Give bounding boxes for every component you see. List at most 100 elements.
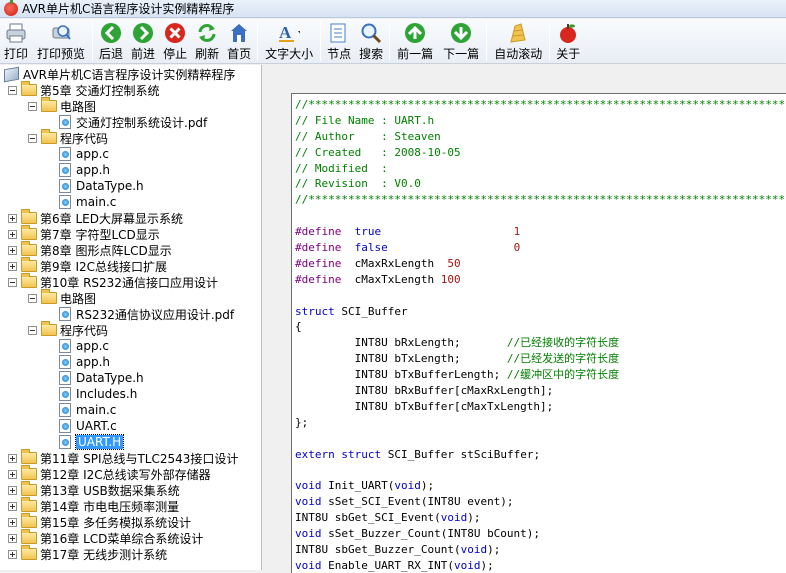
code-line: // Created : 2008-10-05 <box>295 145 786 161</box>
folder-icon <box>41 321 57 336</box>
tree-file-item[interactable]: main.c <box>59 194 116 210</box>
tree-folder-item[interactable]: 第16章 LCD菜单综合系统设计 <box>8 529 204 546</box>
file-icon <box>59 163 71 177</box>
collapse-icon[interactable] <box>28 133 37 143</box>
tree-item-label: 第9章 I2C总线接口扩展 <box>40 259 168 274</box>
code-token: void <box>394 479 421 493</box>
autoscroll-button[interactable]: 自动滚动 <box>489 19 547 63</box>
toolbar-label: 首页 <box>227 47 252 61</box>
tree-file-item[interactable]: DataType.h <box>59 178 144 194</box>
stop-button[interactable]: 停止 <box>159 19 191 63</box>
tree-folder-item[interactable]: 第7章 字符型LCD显示 <box>8 225 160 242</box>
tree-file-item[interactable]: RS232通信协议应用设计.pdf <box>59 306 234 322</box>
tree-file-item[interactable]: DataType.h <box>59 370 144 386</box>
code-token: INT8U bRxBuffer[cMaxRxLength]; <box>295 384 554 398</box>
tree-folder-item[interactable]: 第5章 交通灯控制系统 <box>8 81 159 98</box>
tree-folder-item[interactable]: 程序代码 <box>28 129 108 146</box>
preview-button[interactable]: 打印预览 <box>32 19 90 63</box>
code-token: void <box>440 511 468 525</box>
expand-icon[interactable] <box>8 469 17 479</box>
prev-button[interactable]: 前一篇 <box>392 19 438 63</box>
code-token: ); <box>420 479 435 493</box>
expand-icon[interactable] <box>8 453 17 463</box>
collapse-icon[interactable] <box>28 101 37 111</box>
tree-folder-item[interactable]: 第6章 LED大屏幕显示系统 <box>8 209 183 226</box>
collapse-icon[interactable] <box>8 85 17 95</box>
about-button[interactable]: 关于 <box>552 19 584 63</box>
search-button[interactable]: 搜索 <box>355 19 387 63</box>
collapse-icon[interactable] <box>28 325 37 335</box>
file-icon <box>59 435 71 449</box>
code-token: INT8U bTxBufferLength; <box>295 368 507 382</box>
tree-file-item[interactable]: UART.H <box>59 434 125 450</box>
tree-item-label: 第16章 LCD菜单综合系统设计 <box>40 531 204 546</box>
print-button[interactable]: 打印 <box>0 19 32 63</box>
toolbar-label: 打印 <box>4 47 29 61</box>
code-viewer[interactable]: //**************************************… <box>291 93 786 573</box>
tree-item-label: DataType.h <box>76 371 144 385</box>
tree-folder-item[interactable]: 第17章 无线步测计系统 <box>8 545 167 562</box>
tree-file-item[interactable]: app.c <box>59 146 109 162</box>
code-token: SCI_Buffer <box>334 304 408 318</box>
tree-item-label: UART.H <box>74 434 125 450</box>
window-title: AVR单片机C语言程序设计实例精粹程序 <box>22 2 235 16</box>
refresh-button[interactable]: 刷新 <box>191 19 223 63</box>
tree-folder-item[interactable]: 电路图 <box>28 97 96 114</box>
tree-folder-item[interactable]: 第9章 I2C总线接口扩展 <box>8 257 168 274</box>
expand-icon[interactable] <box>8 245 17 255</box>
tree-file-item[interactable]: 交通灯控制系统设计.pdf <box>59 114 207 130</box>
home-button[interactable]: 首页 <box>223 19 255 63</box>
expand-icon[interactable] <box>8 485 17 495</box>
chapter-tree[interactable]: AVR单片机C语言程序设计实例精粹程序 第5章 交通灯控制系统 电路图 交通灯控制系统… <box>0 65 262 570</box>
next-button[interactable]: 下一篇 <box>438 19 484 63</box>
tree-folder-item[interactable]: 第15章 多任务模拟系统设计 <box>8 513 192 530</box>
tree-folder-item[interactable]: 第11章 SPI总线与TLC2543接口设计 <box>8 449 238 466</box>
tree-file-item[interactable]: app.h <box>59 354 110 370</box>
tree-file-item[interactable]: Includes.h <box>59 386 137 402</box>
expand-icon[interactable] <box>8 549 17 559</box>
refresh-icon <box>196 22 218 44</box>
section-button[interactable]: 节点 <box>323 19 355 63</box>
expand-icon[interactable] <box>8 229 17 239</box>
toolbar-separator <box>92 21 94 61</box>
code-token: true <box>354 225 382 239</box>
tree-file-item[interactable]: UART.c <box>59 418 117 434</box>
tree-item-label: 第12章 I2C总线读写外部存储器 <box>40 467 211 482</box>
tree-item-label: UART.c <box>76 419 117 433</box>
code-token: //已经发送的字符长度 <box>506 352 620 366</box>
home-icon <box>228 22 250 44</box>
fontsize-button[interactable]: A 文字大小 <box>260 19 318 63</box>
expand-icon[interactable] <box>8 213 17 223</box>
expand-icon[interactable] <box>8 261 17 271</box>
forward-button[interactable]: 前进 <box>127 19 159 63</box>
code-line: // File Name : UART.h <box>295 113 786 129</box>
file-icon <box>59 339 71 353</box>
tree-folder-item[interactable]: 第10章 RS232通信接口应用设计 <box>8 273 218 290</box>
expand-icon[interactable] <box>8 533 17 543</box>
expand-icon[interactable] <box>8 517 17 527</box>
tree-folder-item[interactable]: 第14章 市电电压频率测量 <box>8 497 179 514</box>
tree-folder-item[interactable]: 第12章 I2C总线读写外部存储器 <box>8 465 211 482</box>
tree-file-item[interactable]: main.c <box>59 402 116 418</box>
code-line: INT8U bTxBuffer[cMaxTxLength]; <box>295 399 786 415</box>
code-line: INT8U bTxBufferLength; //缓冲区中的字符长度 <box>295 367 786 383</box>
tree-folder-item[interactable]: 第8章 图形点阵LCD显示 <box>8 241 172 258</box>
back-button[interactable]: 后退 <box>95 19 127 63</box>
code-token: // Modified : <box>295 161 388 175</box>
collapse-icon[interactable] <box>28 293 37 303</box>
expand-icon[interactable] <box>8 501 17 511</box>
code-token: extern <box>295 447 335 461</box>
collapse-icon[interactable] <box>8 277 17 287</box>
tree-item-label: main.c <box>76 195 117 209</box>
tree-root[interactable]: AVR单片机C语言程序设计实例精粹程序 <box>4 66 235 82</box>
code-token: INT8U sbGet_SCI_Event( <box>295 511 441 525</box>
tree-folder-item[interactable]: 第13章 USB数据采集系统 <box>8 481 180 498</box>
tree-folder-item[interactable]: 电路图 <box>28 289 96 306</box>
tree-file-item[interactable]: app.h <box>59 162 110 178</box>
tree-item-label: 第15章 多任务模拟系统设计 <box>40 515 192 530</box>
tree-file-item[interactable]: app.c <box>59 338 109 354</box>
tree-folder-item[interactable]: 程序代码 <box>28 321 108 338</box>
file-icon <box>59 403 71 417</box>
